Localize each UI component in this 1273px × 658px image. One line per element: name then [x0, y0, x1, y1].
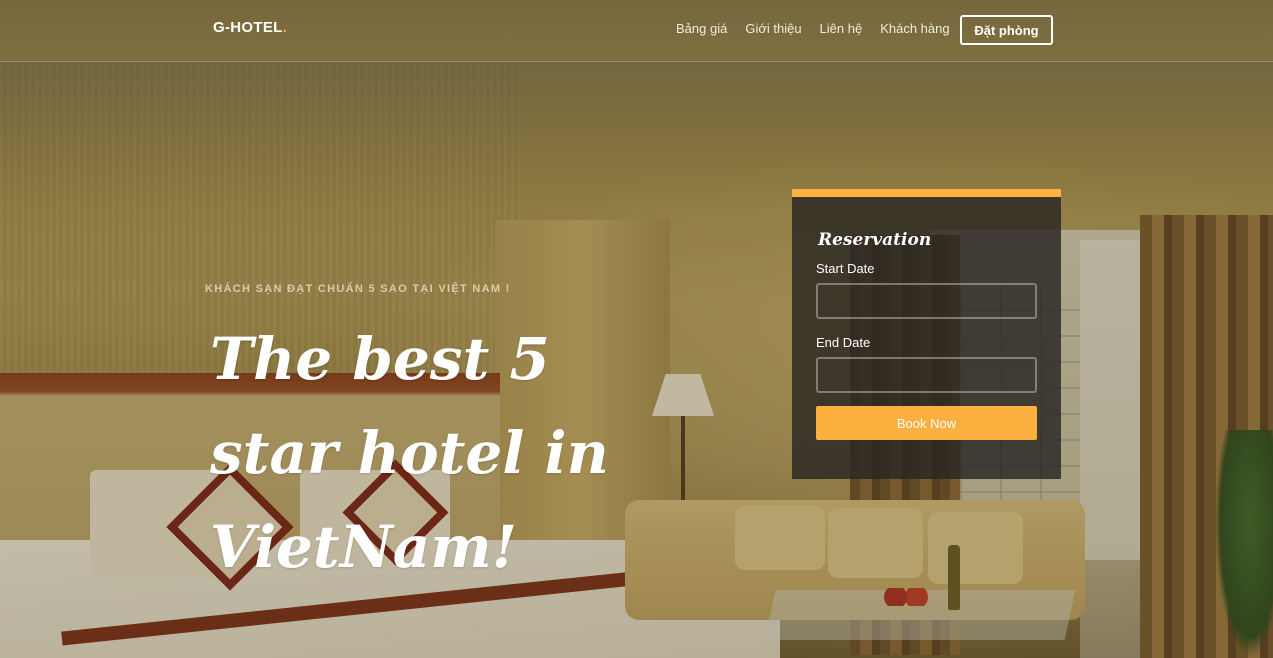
- brand-dot: .: [282, 19, 288, 36]
- end-date-label: End Date: [816, 335, 871, 350]
- reservation-panel: Reservation Start Date End Date Book Now: [792, 189, 1061, 479]
- nav-links: Bảng giá Giới thiệu Liên hệ Khách hàng: [676, 21, 950, 36]
- hero-subtitle: KHÁCH SẠN ĐẠT CHUẨN 5 SAO TẠI VIỆT NAM !: [205, 283, 511, 295]
- brand-logo[interactable]: G-HOTEL.: [213, 19, 287, 36]
- reservation-title: Reservation: [818, 230, 932, 250]
- end-date-input[interactable]: [816, 357, 1037, 393]
- top-navbar: G-HOTEL. Bảng giá Giới thiệu Liên hệ Khá…: [0, 0, 1273, 62]
- start-date-label: Start Date: [816, 261, 875, 276]
- book-now-button[interactable]: Book Now: [816, 406, 1037, 440]
- start-date-input[interactable]: [816, 283, 1037, 319]
- book-room-button[interactable]: Đặt phòng: [960, 15, 1053, 45]
- brand-name: G-HOTEL: [213, 19, 283, 36]
- hero-headline: The best 5 star hotel in VietNam!: [210, 325, 609, 581]
- nav-link-pricing[interactable]: Bảng giá: [676, 21, 727, 36]
- nav-link-about[interactable]: Giới thiệu: [745, 21, 801, 36]
- nav-link-customers[interactable]: Khách hàng: [880, 21, 949, 36]
- nav-link-contact[interactable]: Liên hệ: [820, 21, 863, 36]
